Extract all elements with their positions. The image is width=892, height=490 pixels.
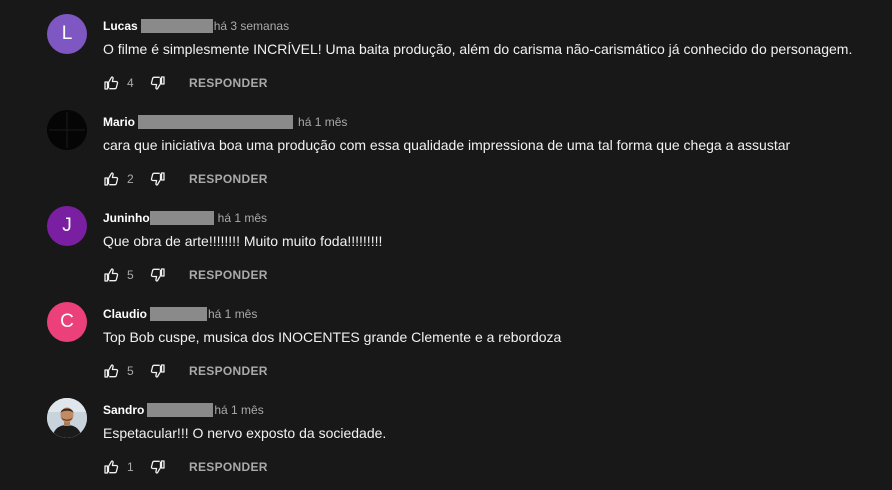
author-name[interactable]: Mario [103,115,135,129]
comment-item: J Juninho há 1 mês Que obra de arte!!!!!… [0,206,892,302]
reply-button[interactable]: RESPONDER [189,460,268,474]
comment-header: Juninho há 1 mês [103,210,267,226]
comment-item: Sandro há 1 mês Espetacular!!! O nervo e… [0,398,892,490]
comment-time[interactable]: há 3 semanas [214,19,289,33]
comment-time[interactable]: há 1 mês [298,115,347,129]
dislike-icon[interactable] [150,459,166,475]
author-name[interactable]: Claudio [103,307,147,321]
comment-text: Espetacular!!! O nervo exposto da socied… [103,425,387,441]
dislike-icon[interactable] [150,267,166,283]
like-count: 5 [127,364,134,378]
avatar[interactable]: J [47,206,87,246]
comment-time[interactable]: há 1 mês [214,403,263,417]
comment-item: C Claudio há 1 mês Top Bob cuspe, musica… [0,302,892,398]
comment-actions: 1 RESPONDER [103,459,268,475]
comment-header: Lucas há 3 semanas [103,18,289,34]
reply-button[interactable]: RESPONDER [189,76,268,90]
author-name[interactable]: Sandro [103,403,144,417]
like-count: 2 [127,172,134,186]
like-count: 4 [127,76,134,90]
like-icon[interactable] [103,267,119,283]
avatar[interactable] [47,110,87,150]
dislike-icon[interactable] [150,363,166,379]
like-icon[interactable] [103,459,119,475]
comment-actions: 5 RESPONDER [103,363,268,379]
comment-header: Claudio há 1 mês [103,306,257,322]
comment-text: Top Bob cuspe, musica dos INOCENTES gran… [103,329,562,345]
comment-text: cara que iniciativa boa uma produção com… [103,137,791,153]
avatar[interactable] [47,398,87,438]
redacted-handle [140,19,213,33]
comment-item: L Lucas há 3 semanas O filme é simplesme… [0,14,892,110]
comments-list: L Lucas há 3 semanas O filme é simplesme… [0,0,892,490]
comment-header: Mario há 1 mês [103,114,347,130]
author-name[interactable]: Lucas [103,19,138,33]
dislike-icon[interactable] [150,171,166,187]
comment-time[interactable]: há 1 mês [218,211,267,225]
comment-actions: 5 RESPONDER [103,267,268,283]
comment-header: Sandro há 1 mês [103,402,264,418]
comment-actions: 2 RESPONDER [103,171,268,187]
avatar[interactable]: L [47,14,87,54]
comment-time[interactable]: há 1 mês [208,307,257,321]
dislike-icon[interactable] [150,75,166,91]
redacted-handle [138,115,294,129]
author-name[interactable]: Juninho [103,211,150,225]
comment-text: O filme é simplesmente INCRÍVEL! Uma bai… [103,41,853,57]
like-icon[interactable] [103,171,119,187]
redacted-handle [147,403,214,417]
like-icon[interactable] [103,363,119,379]
like-count: 1 [127,460,134,474]
comment-actions: 4 RESPONDER [103,75,268,91]
reply-button[interactable]: RESPONDER [189,172,268,186]
like-count: 5 [127,268,134,282]
comment-item: Mario há 1 mês cara que iniciativa boa u… [0,110,892,206]
like-icon[interactable] [103,75,119,91]
avatar[interactable]: C [47,302,87,342]
comment-text: Que obra de arte!!!!!!!! Muito muito fod… [103,233,383,249]
reply-button[interactable]: RESPONDER [189,268,268,282]
reply-button[interactable]: RESPONDER [189,364,268,378]
redacted-handle [149,211,214,225]
redacted-handle [150,307,207,321]
